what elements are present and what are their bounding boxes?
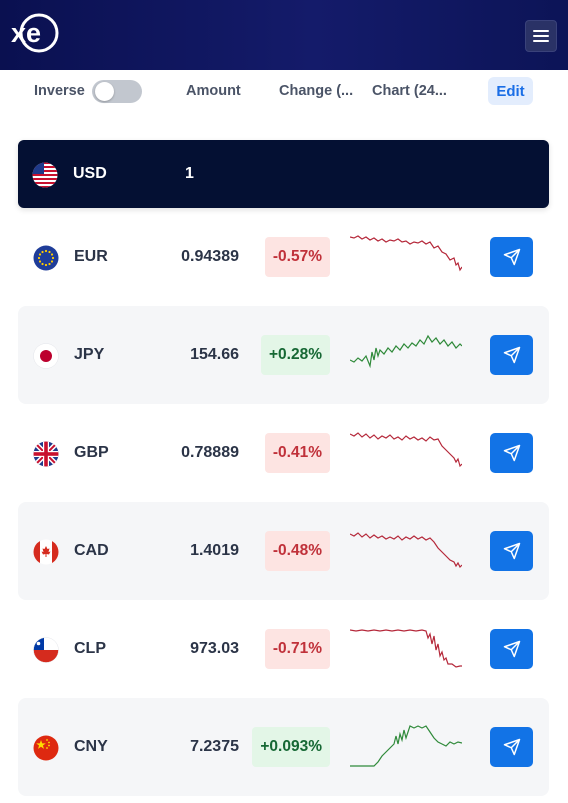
chart-column-header[interactable]: Chart (24...: [372, 83, 447, 99]
sparkline-chart: [350, 532, 462, 569]
sparkline-chart: [350, 432, 462, 468]
currency-row-gbp[interactable]: GBP 0.78889 -0.41%: [18, 404, 549, 502]
send-icon: [503, 444, 520, 462]
sparkline-chart: [350, 629, 462, 668]
top-bar: xe: [0, 0, 568, 70]
currency-code: JPY: [74, 346, 105, 363]
send-icon: [503, 542, 520, 560]
change-badge: -0.41%: [264, 433, 330, 473]
sparkline-chart: [350, 334, 462, 369]
currency-row-cny[interactable]: CNY 7.2375 +0.093%: [18, 698, 549, 796]
currency-code: EUR: [74, 248, 108, 265]
sparkline-chart: [350, 725, 462, 767]
amount-column-header[interactable]: Amount: [186, 83, 241, 99]
change-badge: +0.28%: [260, 335, 330, 375]
cn-flag-icon: [33, 735, 59, 761]
send-icon: [503, 738, 520, 756]
send-icon: [503, 346, 520, 364]
currency-row-jpy[interactable]: JPY 154.66 +0.28%: [18, 306, 549, 404]
xe-logo[interactable]: xe: [8, 12, 62, 54]
sparkline-line: [350, 432, 462, 468]
converted-amount: 154.66: [190, 346, 239, 363]
menu-bar-icon: [533, 35, 549, 37]
us-flag-icon: [32, 162, 58, 188]
sparkline-line: [350, 532, 462, 569]
menu-bar-icon: [533, 40, 549, 42]
send-money-button[interactable]: [490, 727, 533, 767]
sparkline-line: [350, 629, 462, 668]
currency-code: CNY: [74, 738, 108, 755]
change-badge: -0.57%: [264, 237, 330, 277]
menu-bar-icon: [533, 30, 549, 32]
ca-flag-icon: [33, 539, 59, 565]
converted-amount: 0.94389: [181, 248, 239, 265]
base-amount-value[interactable]: 1: [185, 165, 194, 183]
edit-button[interactable]: Edit: [488, 77, 533, 105]
converted-amount: 1.4019: [190, 542, 239, 559]
toggle-knob: [95, 82, 114, 101]
change-column-header[interactable]: Change (...: [279, 83, 353, 99]
base-currency-code: USD: [73, 165, 107, 182]
converted-amount: 7.2375: [190, 738, 239, 755]
sparkline-line: [350, 235, 462, 272]
currency-row-eur[interactable]: EUR 0.94389 -0.57%: [18, 208, 549, 306]
currency-code: GBP: [74, 444, 109, 461]
currency-row-cad[interactable]: CAD 1.4019 -0.48%: [18, 502, 549, 600]
send-money-button[interactable]: [490, 629, 533, 669]
sparkline-chart: [350, 235, 462, 272]
hamburger-menu-button[interactable]: [525, 20, 557, 52]
inverse-label: Inverse: [34, 83, 85, 99]
send-money-button[interactable]: [490, 531, 533, 571]
base-currency-row[interactable]: USD 1: [18, 140, 549, 208]
jp-flag-icon: [33, 343, 59, 369]
change-badge: +0.093%: [252, 727, 330, 767]
sparkline-line: [350, 725, 462, 767]
cl-flag-icon: [33, 637, 59, 663]
currency-row-clp[interactable]: CLP 973.03 -0.71%: [18, 600, 549, 698]
send-money-button[interactable]: [490, 335, 533, 375]
converted-amount: 0.78889: [181, 444, 239, 461]
currency-code: CAD: [74, 542, 109, 559]
currency-code: CLP: [74, 640, 106, 657]
inverse-toggle[interactable]: [92, 80, 142, 103]
gb-flag-icon: [33, 441, 59, 467]
eu-flag-icon: [33, 245, 59, 271]
svg-text:xe: xe: [11, 18, 41, 48]
send-icon: [503, 248, 520, 266]
converted-amount: 973.03: [190, 640, 239, 657]
sparkline-line: [350, 334, 462, 369]
send-icon: [503, 640, 520, 658]
send-money-button[interactable]: [490, 237, 533, 277]
change-badge: -0.71%: [264, 629, 330, 669]
send-money-button[interactable]: [490, 433, 533, 473]
change-badge: -0.48%: [264, 531, 330, 571]
